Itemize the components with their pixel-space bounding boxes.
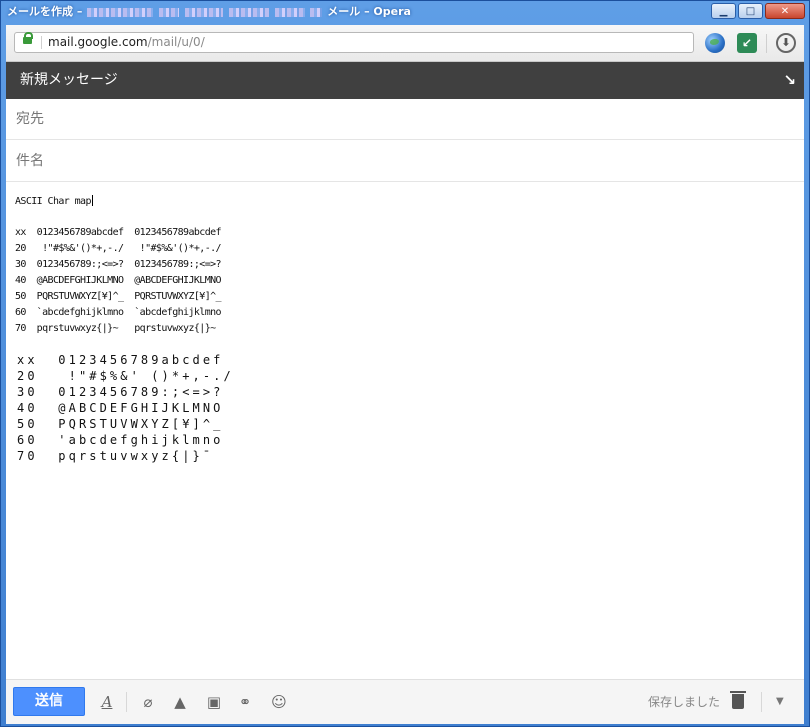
redacted-text (184, 7, 223, 17)
maximize-button[interactable]: □ (738, 3, 763, 19)
url-host: mail.google.com (48, 35, 148, 49)
text-caret (91, 195, 93, 206)
trash-icon[interactable] (730, 691, 746, 709)
ascii-row: 70 pqrstuvwxyz{|}~ pqrstuvwxyz{|}~ (15, 323, 216, 334)
ascii-row-wide: 60 'abcdefghijklmno (17, 433, 224, 447)
body-first-line: ASCII Char map (15, 195, 93, 207)
minimize-button[interactable]: ▁ (711, 3, 736, 19)
ascii-row-wide: 30 0123456789:;<=>? (17, 385, 224, 399)
globe-icon[interactable] (705, 33, 725, 53)
subject-label: 件名 (16, 153, 44, 169)
title-bar: メールを作成 – メール – Opera ▁ □ ✕ (1, 1, 809, 23)
ascii-row: 40 @ABCDEFGHIJKLMNO @ABCDEFGHIJKLMNO (15, 275, 222, 286)
compose-window: 新規メッセージ ↘ 宛先 件名 ASCII Char map xx 012345… (6, 62, 804, 724)
ascii-row-wide: 20 !"#$%&' ()*+,-./ (17, 369, 234, 383)
extension-icon[interactable]: ↙ (737, 33, 757, 53)
ascii-row: 60 `abcdefghijklmno `abcdefghijklmno (15, 307, 222, 318)
minimize-compose-icon[interactable]: ↘ (783, 62, 796, 99)
compose-toolbar: 送信 A ⌀ ▲ ▣ ⚭ ☺ 保存しました ▼ (6, 679, 804, 724)
format-text-icon[interactable]: A (98, 693, 116, 711)
photo-icon[interactable]: ▣ (205, 693, 223, 711)
ascii-row: xx 0123456789abcdef 0123456789abcdef (15, 227, 222, 238)
body-text: ASCII Char map (15, 196, 91, 207)
lock-icon (23, 32, 33, 44)
emoji-icon[interactable]: ☺ (270, 693, 288, 711)
to-field[interactable]: 宛先 (6, 99, 804, 140)
redacted-text (87, 7, 154, 17)
ascii-row-wide: 50 PQRSTUVWXYZ[¥]^_ (17, 417, 224, 431)
url-text: mail.google.com/mail/u/0/ (48, 33, 205, 52)
close-button[interactable]: ✕ (765, 3, 805, 19)
divider (126, 692, 127, 712)
redacted-text (228, 7, 269, 17)
window-title: メールを作成 – メール – Opera (7, 1, 411, 23)
address-bar[interactable]: mail.google.com/mail/u/0/ (14, 32, 694, 53)
redacted-text (274, 7, 305, 17)
window-title-suffix: メール – Opera (327, 5, 411, 18)
browser-toolbar: mail.google.com/mail/u/0/ ↙ ⬇ (6, 25, 804, 62)
message-body[interactable]: ASCII Char map xx 0123456789abcdef 01234… (6, 183, 804, 678)
window-controls: ▁ □ ✕ (711, 3, 805, 19)
ascii-row-wide: xx 0123456789abcdef (17, 353, 224, 367)
drive-icon[interactable]: ▲ (171, 693, 189, 711)
divider (761, 692, 762, 712)
to-label: 宛先 (16, 111, 44, 127)
url-path: /mail/u/0/ (147, 35, 205, 49)
subject-field[interactable]: 件名 (6, 141, 804, 182)
redacted-text (310, 7, 323, 17)
link-icon[interactable]: ⚭ (236, 693, 254, 711)
divider (766, 34, 767, 53)
redacted-text (159, 7, 180, 17)
more-options-icon[interactable]: ▼ (776, 693, 784, 711)
ascii-row: 30 0123456789:;<=>? 0123456789:;<=>? (15, 259, 222, 270)
ascii-row-wide: 40 @ABCDEFGHIJKLMNO (17, 401, 224, 415)
send-button[interactable]: 送信 (13, 687, 85, 716)
compose-title: 新規メッセージ (20, 72, 118, 88)
ascii-row-wide: 70 pqrstuvwxyz{|}¯ (17, 449, 214, 463)
saved-status: 保存しました (648, 695, 721, 709)
download-icon[interactable]: ⬇ (776, 33, 796, 53)
ascii-row: 50 PQRSTUVWXYZ[¥]^_ PQRSTUVWXYZ[¥]^_ (15, 291, 222, 302)
attach-icon[interactable]: ⌀ (139, 693, 157, 711)
divider (41, 36, 42, 49)
compose-header: 新規メッセージ ↘ (6, 62, 804, 99)
window-title-prefix: メールを作成 – (7, 5, 83, 18)
browser-window: メールを作成 – メール – Opera ▁ □ ✕ mail.google.c… (0, 0, 810, 727)
ascii-row: 20 !"#$%&'()*+,-./ !"#$%&'()*+,-./ (15, 243, 222, 254)
